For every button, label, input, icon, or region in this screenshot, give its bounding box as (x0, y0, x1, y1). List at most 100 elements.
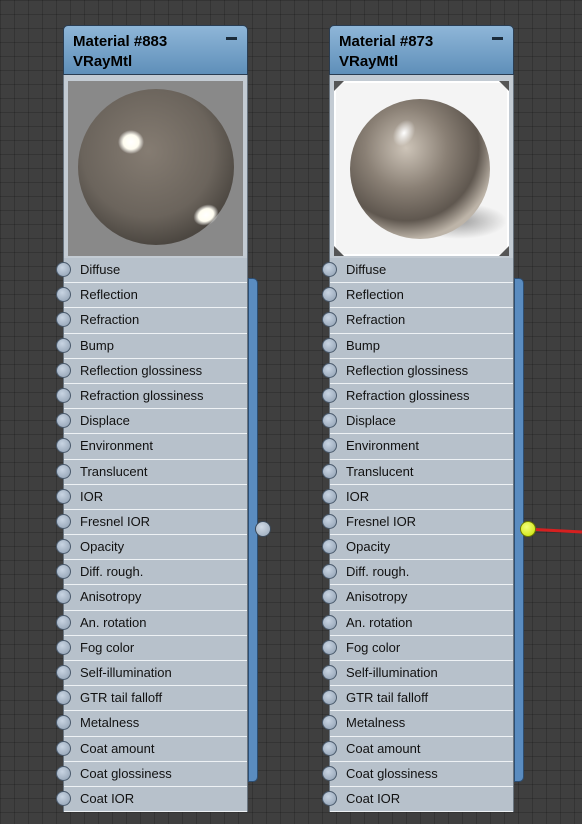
slot-coat-ior[interactable]: Coat IOR (56, 787, 247, 813)
minimize-icon[interactable] (226, 37, 237, 40)
slot-reflection[interactable]: Reflection (56, 283, 247, 309)
input-socket-icon[interactable] (56, 362, 71, 378)
slot-bump[interactable]: Bump (322, 334, 513, 359)
input-socket-icon[interactable] (56, 337, 71, 353)
slot-displace[interactable]: Displace (56, 409, 247, 435)
slot-refraction[interactable]: Refraction (56, 308, 247, 334)
slot-coat-amount[interactable]: Coat amount (322, 737, 513, 762)
input-socket-icon[interactable] (322, 665, 337, 680)
slot-gtr-tail-falloff[interactable]: GTR tail falloff (322, 686, 513, 712)
slot-environment[interactable]: Environment (322, 434, 513, 460)
slot-fresnel-ior[interactable]: Fresnel IOR (56, 510, 247, 536)
output-socket-connected-icon[interactable] (520, 521, 536, 537)
input-socket-icon[interactable] (322, 740, 337, 756)
slot-an-rotation[interactable]: An. rotation (322, 611, 513, 636)
input-socket-icon[interactable] (56, 665, 71, 680)
slot-ior[interactable]: IOR (56, 485, 247, 510)
input-socket-icon[interactable] (56, 790, 71, 806)
input-socket-icon[interactable] (56, 488, 71, 504)
node-subtitle: VRayMtl (73, 53, 133, 70)
slot-metalness[interactable]: Metalness (322, 711, 513, 737)
slot-reflection-glossiness[interactable]: Reflection glossiness (56, 359, 247, 384)
slot-coat-ior[interactable]: Coat IOR (322, 787, 513, 813)
input-socket-icon[interactable] (322, 539, 337, 555)
slot-coat-amount[interactable]: Coat amount (56, 737, 247, 762)
input-socket-icon[interactable] (56, 312, 71, 328)
input-socket-icon[interactable] (56, 262, 71, 277)
input-socket-icon[interactable] (56, 614, 71, 630)
input-socket-icon[interactable] (56, 387, 71, 403)
input-socket-icon[interactable] (322, 765, 337, 781)
input-socket-icon[interactable] (56, 589, 71, 605)
input-socket-icon[interactable] (322, 513, 337, 529)
slot-reflection-glossiness[interactable]: Reflection glossiness (322, 359, 513, 384)
material-preview-image[interactable] (334, 81, 509, 256)
slot-refraction-glossiness[interactable]: Refraction glossiness (56, 384, 247, 410)
input-socket-icon[interactable] (322, 639, 337, 655)
material-node-883[interactable]: Material #883 VRayMtl Diffuse Reflection… (56, 25, 248, 813)
input-socket-icon[interactable] (56, 438, 71, 454)
slot-diff-rough[interactable]: Diff. rough. (322, 560, 513, 586)
input-socket-icon[interactable] (322, 337, 337, 353)
input-socket-icon[interactable] (56, 715, 71, 731)
input-socket-icon[interactable] (322, 564, 337, 580)
input-socket-icon[interactable] (56, 740, 71, 756)
slot-fog-color[interactable]: Fog color (322, 636, 513, 661)
slot-translucent[interactable]: Translucent (322, 460, 513, 485)
input-socket-icon[interactable] (322, 387, 337, 403)
input-socket-icon[interactable] (322, 589, 337, 605)
input-socket-icon[interactable] (56, 413, 71, 429)
slot-fog-color[interactable]: Fog color (56, 636, 247, 661)
input-socket-icon[interactable] (322, 438, 337, 454)
slot-self-illumination[interactable]: Self-illumination (322, 661, 513, 687)
slot-fresnel-ior[interactable]: Fresnel IOR (322, 510, 513, 536)
material-preview-image[interactable] (68, 81, 243, 256)
slot-an-rotation[interactable]: An. rotation (56, 611, 247, 636)
slot-anisotropy[interactable]: Anisotropy (56, 585, 247, 611)
material-node-873[interactable]: Material #873 VRayMtl Diffuse Reflection… (322, 25, 514, 813)
input-socket-icon[interactable] (322, 715, 337, 731)
slot-bump[interactable]: Bump (56, 334, 247, 359)
slot-displace[interactable]: Displace (322, 409, 513, 435)
input-socket-icon[interactable] (322, 287, 337, 303)
input-socket-icon[interactable] (322, 790, 337, 806)
input-socket-icon[interactable] (322, 488, 337, 504)
slot-environment[interactable]: Environment (56, 434, 247, 460)
slot-refraction-glossiness[interactable]: Refraction glossiness (322, 384, 513, 410)
slot-gtr-tail-falloff[interactable]: GTR tail falloff (56, 686, 247, 712)
input-socket-icon[interactable] (322, 262, 337, 277)
input-socket-icon[interactable] (322, 690, 337, 706)
input-socket-icon[interactable] (56, 564, 71, 580)
slot-anisotropy[interactable]: Anisotropy (322, 585, 513, 611)
slot-opacity[interactable]: Opacity (322, 535, 513, 561)
input-socket-icon[interactable] (56, 690, 71, 706)
slot-ior[interactable]: IOR (322, 485, 513, 510)
node-header[interactable]: Material #883 VRayMtl (63, 25, 248, 75)
slot-diff-rough[interactable]: Diff. rough. (56, 560, 247, 586)
minimize-icon[interactable] (492, 37, 503, 40)
slot-translucent[interactable]: Translucent (56, 460, 247, 485)
input-socket-icon[interactable] (322, 614, 337, 630)
input-socket-icon[interactable] (322, 463, 337, 479)
input-socket-icon[interactable] (322, 362, 337, 378)
slot-opacity[interactable]: Opacity (56, 535, 247, 561)
slot-coat-glossiness[interactable]: Coat glossiness (322, 762, 513, 787)
input-socket-icon[interactable] (56, 765, 71, 781)
slot-diffuse[interactable]: Diffuse (322, 258, 513, 284)
output-socket-icon[interactable] (255, 521, 271, 537)
slot-refraction[interactable]: Refraction (322, 308, 513, 334)
input-socket-icon[interactable] (322, 312, 337, 328)
slot-metalness[interactable]: Metalness (56, 711, 247, 737)
connection-wire[interactable] (534, 528, 582, 534)
node-header[interactable]: Material #873 VRayMtl (329, 25, 514, 75)
input-socket-icon[interactable] (56, 539, 71, 555)
input-socket-icon[interactable] (322, 413, 337, 429)
slot-self-illumination[interactable]: Self-illumination (56, 661, 247, 687)
input-socket-icon[interactable] (56, 513, 71, 529)
slot-diffuse[interactable]: Diffuse (56, 258, 247, 284)
slot-coat-glossiness[interactable]: Coat glossiness (56, 762, 247, 787)
input-socket-icon[interactable] (56, 463, 71, 479)
slot-reflection[interactable]: Reflection (322, 283, 513, 309)
input-socket-icon[interactable] (56, 287, 71, 303)
input-socket-icon[interactable] (56, 639, 71, 655)
